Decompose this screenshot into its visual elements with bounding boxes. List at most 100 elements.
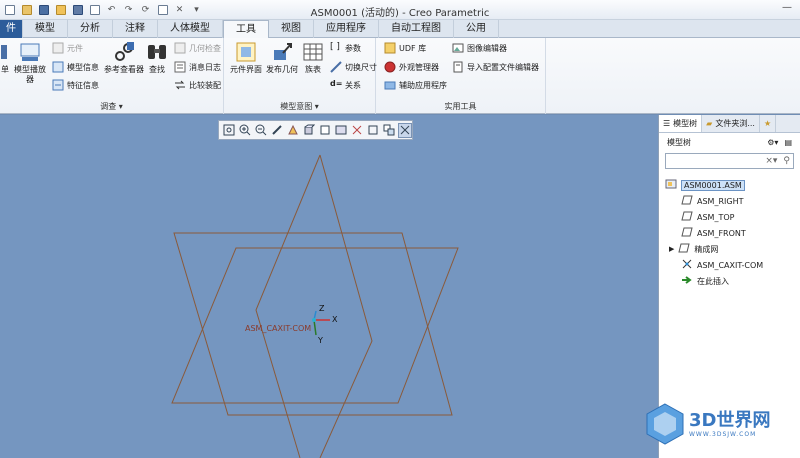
model-tree: ASM0001.ASM ASM_RIGHT ASM_TOP ASM_FRONT … — [659, 171, 800, 289]
axis-x-label: X — [332, 315, 338, 324]
clear-search-icon[interactable]: ×▾ — [765, 156, 777, 166]
message-log-button[interactable]: 消息日志 — [174, 60, 221, 74]
minimize-icon[interactable]: — — [780, 2, 794, 16]
image-editor-icon — [452, 42, 464, 54]
group-utilities-label: 实用工具 — [444, 102, 477, 111]
message-log-icon — [174, 61, 186, 73]
tree-node-insert-here[interactable]: 在此插入 — [659, 273, 800, 289]
group-investigate-label[interactable]: 调查 ▾ — [0, 101, 223, 112]
datum-plane-right-back — [255, 154, 321, 458]
component-icon — [52, 42, 64, 54]
feature-info-button[interactable]: 特征信息 — [52, 78, 99, 92]
csys-origin — [312, 318, 316, 322]
publish-geometry-icon — [271, 41, 293, 63]
tree-node-asm-top[interactable]: ASM_TOP — [659, 209, 800, 225]
tree-find-icon[interactable]: ⚲ — [783, 156, 790, 166]
tab-analysis[interactable]: 分析 — [68, 20, 113, 38]
compare-assembly-button[interactable]: 比较装配 — [174, 78, 221, 92]
parameters-icon: [ ] — [330, 42, 340, 52]
auxiliary-apps-icon — [384, 79, 396, 91]
ribbon-tabs: 件 模型 分析 注释 人体模型 工具 视图 应用程序 自动工程图 公用 — [0, 20, 800, 39]
tree-node-asm[interactable]: ASM0001.ASM — [659, 177, 800, 193]
family-table-button[interactable]: 族表 — [302, 41, 324, 75]
single-button[interactable]: 单 — [0, 41, 10, 75]
axis-y-label: Y — [318, 336, 323, 345]
group-utilities: UDF 库 外观管理器 辅助应用程序 图像编辑器 导入配置文件编辑器 实用工具 — [376, 38, 546, 114]
csys-label: ASM_CAXIT-COM — [245, 324, 312, 333]
model-tree-label: 模型树 — [667, 137, 691, 147]
tab-folder-browser[interactable]: ▰ 文件夹浏... — [702, 115, 760, 132]
tab-manikin[interactable]: 人体模型 — [158, 20, 223, 38]
table-icon — [302, 41, 324, 63]
udf-library-button[interactable]: UDF 库 — [384, 41, 426, 55]
expand-arrow-icon[interactable]: ▶ — [669, 245, 674, 253]
component-button[interactable]: 元件 — [52, 41, 83, 55]
tab-common[interactable]: 公用 — [454, 20, 499, 38]
image-editor-button[interactable]: 图像编辑器 — [452, 41, 507, 55]
group-model-intent-label[interactable]: 模型意图 ▾ — [224, 101, 375, 112]
tree-node-csys[interactable]: ASM_CAXIT-COM — [659, 257, 800, 273]
tree-node-label: ASM_RIGHT — [697, 196, 744, 206]
switch-dimensions-icon — [330, 61, 342, 73]
udf-library-icon — [384, 42, 396, 54]
graphics-viewport[interactable]: ASM_CAXIT-COM Z X Y — [0, 115, 658, 458]
component-interface-button[interactable]: 元件界面 — [228, 41, 264, 75]
tab-annotate[interactable]: 注释 — [113, 20, 158, 38]
tab-applications[interactable]: 应用程序 — [314, 20, 379, 38]
publish-geometry-button[interactable]: 发布几何 — [264, 41, 300, 75]
tab-view[interactable]: 视图 — [269, 20, 314, 38]
tree-node-label: ASM_FRONT — [697, 228, 746, 238]
datum-plane-right — [319, 154, 373, 458]
datum-plane-icon — [681, 227, 693, 239]
auxiliary-apps-button[interactable]: 辅助应用程序 — [384, 78, 447, 92]
model-player-button[interactable]: 模型播放器 — [12, 41, 48, 85]
binoculars-icon — [146, 41, 168, 63]
tree-node-mesh[interactable]: ▶ 精成网 — [659, 241, 800, 257]
datum-plane-icon — [681, 211, 693, 223]
tree-node-label: 在此插入 — [697, 276, 729, 286]
tab-auto-drawing[interactable]: 自动工程图 — [379, 20, 454, 38]
tab-tools[interactable]: 工具 — [223, 20, 269, 39]
model-info-button[interactable]: 模型信息 — [52, 60, 99, 74]
import-config-editor-button[interactable]: 导入配置文件编辑器 — [452, 60, 539, 74]
appearance-manager-button[interactable]: 外观管理器 — [384, 60, 439, 74]
parameters-button[interactable]: [ ] 参数 — [330, 41, 361, 55]
geometry-check-button[interactable]: 几何检查 — [174, 41, 221, 55]
tree-node-asm-front[interactable]: ASM_FRONT — [659, 225, 800, 241]
datum-plane-icon — [681, 195, 693, 207]
tree-node-label: 精成网 — [694, 244, 719, 254]
watermark-title: 3D世界网 — [689, 409, 771, 431]
tree-node-label: ASM_TOP — [697, 212, 735, 222]
tab-file[interactable]: 件 — [0, 20, 23, 38]
group-model-intent: 元件界面 发布几何 族表 [ ] 参数 切换尺寸 d= 关系 模型意图 ▾ — [224, 38, 377, 114]
switch-dimensions-button[interactable]: 切换尺寸 — [330, 60, 377, 74]
tree-node-label: ASM0001.ASM — [681, 179, 745, 191]
geometry-check-icon — [174, 42, 186, 54]
find-button[interactable]: 查找 — [146, 41, 168, 75]
datum-plane-top — [173, 232, 453, 416]
compare-icon — [174, 79, 186, 91]
reference-viewer-button[interactable]: 参考查看器 — [104, 41, 144, 75]
tab-model[interactable]: 模型 — [23, 20, 68, 38]
watermark-logo: 3D世界网 WWW.3DSJW.COM — [645, 402, 770, 446]
title-bar: ↶ ↷ ⟳ ✕ ▾ ASM0001 (活动的) - Creo Parametri… — [0, 0, 800, 20]
group-investigate: 单 模型播放器 元件 模型信息 特征信息 参考查看器 查找 几何检查 消息日志 … — [0, 38, 224, 114]
import-config-icon — [452, 61, 464, 73]
watermark-url: WWW.3DSJW.COM — [689, 430, 757, 438]
tab-favorites[interactable]: ★ — [760, 115, 777, 132]
tab-model-tree[interactable]: ☰ 模型树 — [659, 115, 703, 132]
appearance-manager-icon — [384, 61, 396, 73]
assembly-icon — [665, 178, 677, 192]
relations-button[interactable]: d= 关系 — [330, 78, 361, 92]
panel-tabs: ☰ 模型树 ▰ 文件夹浏... ★ — [659, 115, 800, 133]
model-canvas — [171, 154, 459, 458]
tree-search-input[interactable]: ×▾ ⚲ — [665, 153, 794, 169]
csys-icon — [681, 258, 693, 272]
tree-columns-icon[interactable]: ▤ — [784, 138, 792, 147]
window-title: ASM0001 (活动的) - Creo Parametric — [310, 8, 490, 19]
datum-plane-icon — [678, 243, 691, 255]
favorites-icon: ★ — [763, 118, 772, 128]
tree-settings-icon[interactable]: ⚙▾ — [767, 138, 778, 147]
single-icon — [1, 41, 9, 63]
tree-node-asm-right[interactable]: ASM_RIGHT — [659, 193, 800, 209]
